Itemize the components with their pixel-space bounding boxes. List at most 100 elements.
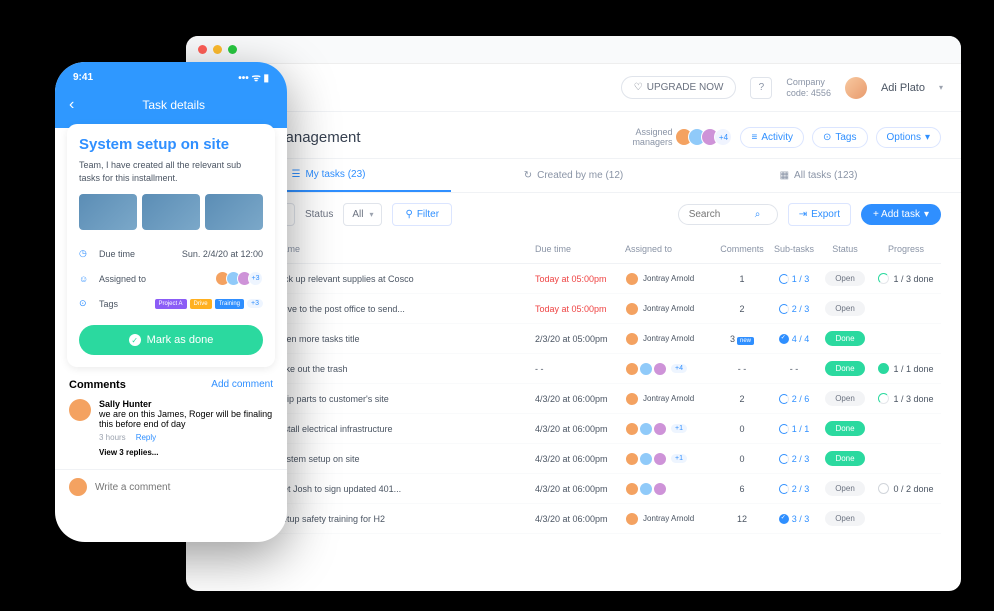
comments-count: 6 [715,484,769,494]
table-row[interactable]: Project A Ship parts to customer's site … [206,384,941,414]
tabs: ☰ My tasks (23) ↻ Created by me (12) ▦ A… [186,159,961,193]
table-row[interactable]: Even more tasks title 2/3/20 at 05:00pm … [206,324,941,354]
commenter-avatar [69,399,91,421]
tags-row: ⊙ Tags Project ADriveTraining+3 [79,292,263,315]
phone-tag[interactable]: Project A [155,299,187,309]
status-cell: Open [819,511,871,526]
topbar: eam ♡ UPGRADE NOW ? Company code: 4556 A… [186,64,961,112]
phone-tag[interactable]: Drive [190,299,212,309]
status-dropdown[interactable]: All ▾ [343,203,382,226]
due-time: 4/3/20 at 06:00pm [535,514,625,524]
task-name: Ship parts to customer's site [276,394,535,404]
progress-cell: 1 / 3 done [871,273,941,284]
comment-item: Sally Hunter we are on this James, Roger… [69,399,273,457]
reply-link[interactable]: Reply [136,433,156,442]
subtasks-cell: 2 / 6 [769,394,819,404]
comments-count: 12 [715,514,769,524]
col-comments: Comments [715,244,769,255]
table-row[interactable]: System setup on site 4/3/20 at 06:00pm +… [206,444,941,474]
table-row[interactable]: HR tasks Get Josh to sign updated 401...… [206,474,941,504]
comment-text: we are on this James, Roger will be fina… [99,409,273,429]
phone-title: Task details [74,98,273,112]
table-row[interactable]: Install electrical infrastructure 4/3/20… [206,414,941,444]
due-time: Today at 05:00pm [535,304,625,314]
task-name: Install electrical infrastructure [276,424,535,434]
due-time: 4/3/20 at 06:00pm [535,454,625,464]
due-time: 4/3/20 at 06:00pm [535,394,625,404]
phone-tag[interactable]: Training [215,299,244,309]
comments-title: Comments [69,379,126,391]
tags-button[interactable]: ⊙ Tags [812,127,868,148]
tab-all-tasks[interactable]: ▦ All tasks (123) [696,159,941,192]
assigned-cell: Jontray Arnold [625,302,715,316]
close-dot[interactable] [198,45,207,54]
tags-extra-badge[interactable]: +3 [247,299,263,308]
minimize-dot[interactable] [213,45,222,54]
due-value: Sun. 2/4/20 at 12:00 [182,249,263,259]
table-row[interactable]: Training Setup safety training for H2 4/… [206,504,941,534]
subtasks-cell: 1 / 1 [769,424,819,434]
search-box[interactable]: ⌕ [678,204,778,225]
subtasks-cell: 2 / 3 [769,304,819,314]
phone-time: 9:41 [73,72,93,83]
phone-status-bar: 9:41 ••• ᯤ ▮ [55,62,287,92]
progress-cell: 1 / 3 done [871,393,941,404]
col-subtasks: Sub-tasks [769,244,819,255]
assigned-cell: Jontray Arnold [625,392,715,406]
subtasks-cell: 4 / 4 [769,334,819,344]
assigned-avatars[interactable]: +3 [219,271,263,286]
options-button[interactable]: Options ▾ [876,127,942,148]
task-name: Take out the trash [276,364,535,374]
col-progress: Progress [871,244,941,255]
controls-bar: View by Tag ▾ Status All ▾ ⚲ Filter ⌕ ⇥ … [186,193,961,236]
comments-count: 2 [715,394,769,404]
add-task-button[interactable]: + Add task ▾ [861,204,941,225]
search-input[interactable] [689,209,749,220]
add-comment-link[interactable]: Add comment [211,379,273,391]
status-label: Status [305,209,333,220]
user-avatar[interactable] [845,77,867,99]
status-cell: Done [819,331,871,346]
subtasks-cell: - - [769,364,819,374]
activity-button[interactable]: ≡ Activity [740,127,804,148]
assigned-row: ☺ Assigned to +3 [79,265,263,292]
export-button[interactable]: ⇥ Export [788,203,851,226]
user-name: Adi Plato [881,82,925,94]
tab-created-by-me[interactable]: ↻ Created by me (12) [451,159,696,192]
chevron-down-icon[interactable]: ▾ [939,83,943,92]
task-name: Drive to the post office to send... [276,304,535,314]
managers-avatars[interactable]: +4 [680,128,732,146]
comments-count: - - [715,364,769,374]
due-time: - - [535,364,625,374]
comments-count: 3new [715,334,769,344]
comment-input[interactable] [95,482,273,493]
table-row[interactable]: Drive to the post office to send... Toda… [206,294,941,324]
search-icon: ⌕ [755,209,761,220]
maximize-dot[interactable] [228,45,237,54]
comments-section: Comments Add comment Sally Hunter we are… [55,367,287,463]
task-title: System setup on site [79,136,263,153]
filter-button[interactable]: ⚲ Filter [392,203,452,226]
task-card: System setup on site Team, I have create… [67,124,275,367]
status-cell: Open [819,301,871,316]
subtasks-cell: 2 / 3 [769,454,819,464]
help-icon[interactable]: ? [750,77,772,99]
task-thumbnails[interactable] [79,194,263,230]
due-time: 2/3/20 at 05:00pm [535,334,625,344]
table-row[interactable]: Errands Take out the trash - - +4 - - - … [206,354,941,384]
task-name: System setup on site [276,454,535,464]
assigned-cell: Jontray Arnold [625,512,715,526]
view-replies-link[interactable]: View 3 replies... [99,448,273,457]
page-header: ✓ Task management Assigned managers +4 ≡… [186,112,961,159]
due-time: 4/3/20 at 06:00pm [535,424,625,434]
mark-done-button[interactable]: ✓ Mark as done [79,325,263,355]
comment-time: 3 hours [99,433,126,442]
task-name: Even more tasks title [276,334,535,344]
table-row[interactable]: Drive Pick up relevant supplies at Cosco… [206,264,941,294]
due-time: Today at 05:00pm [535,274,625,284]
task-name: Pick up relevant supplies at Cosco [276,274,535,284]
upgrade-button[interactable]: ♡ UPGRADE NOW [621,76,737,99]
due-time-row: ◷ Due time Sun. 2/4/20 at 12:00 [79,242,263,265]
col-due: Due time [535,244,625,255]
assigned-cell: Jontray Arnold [625,272,715,286]
